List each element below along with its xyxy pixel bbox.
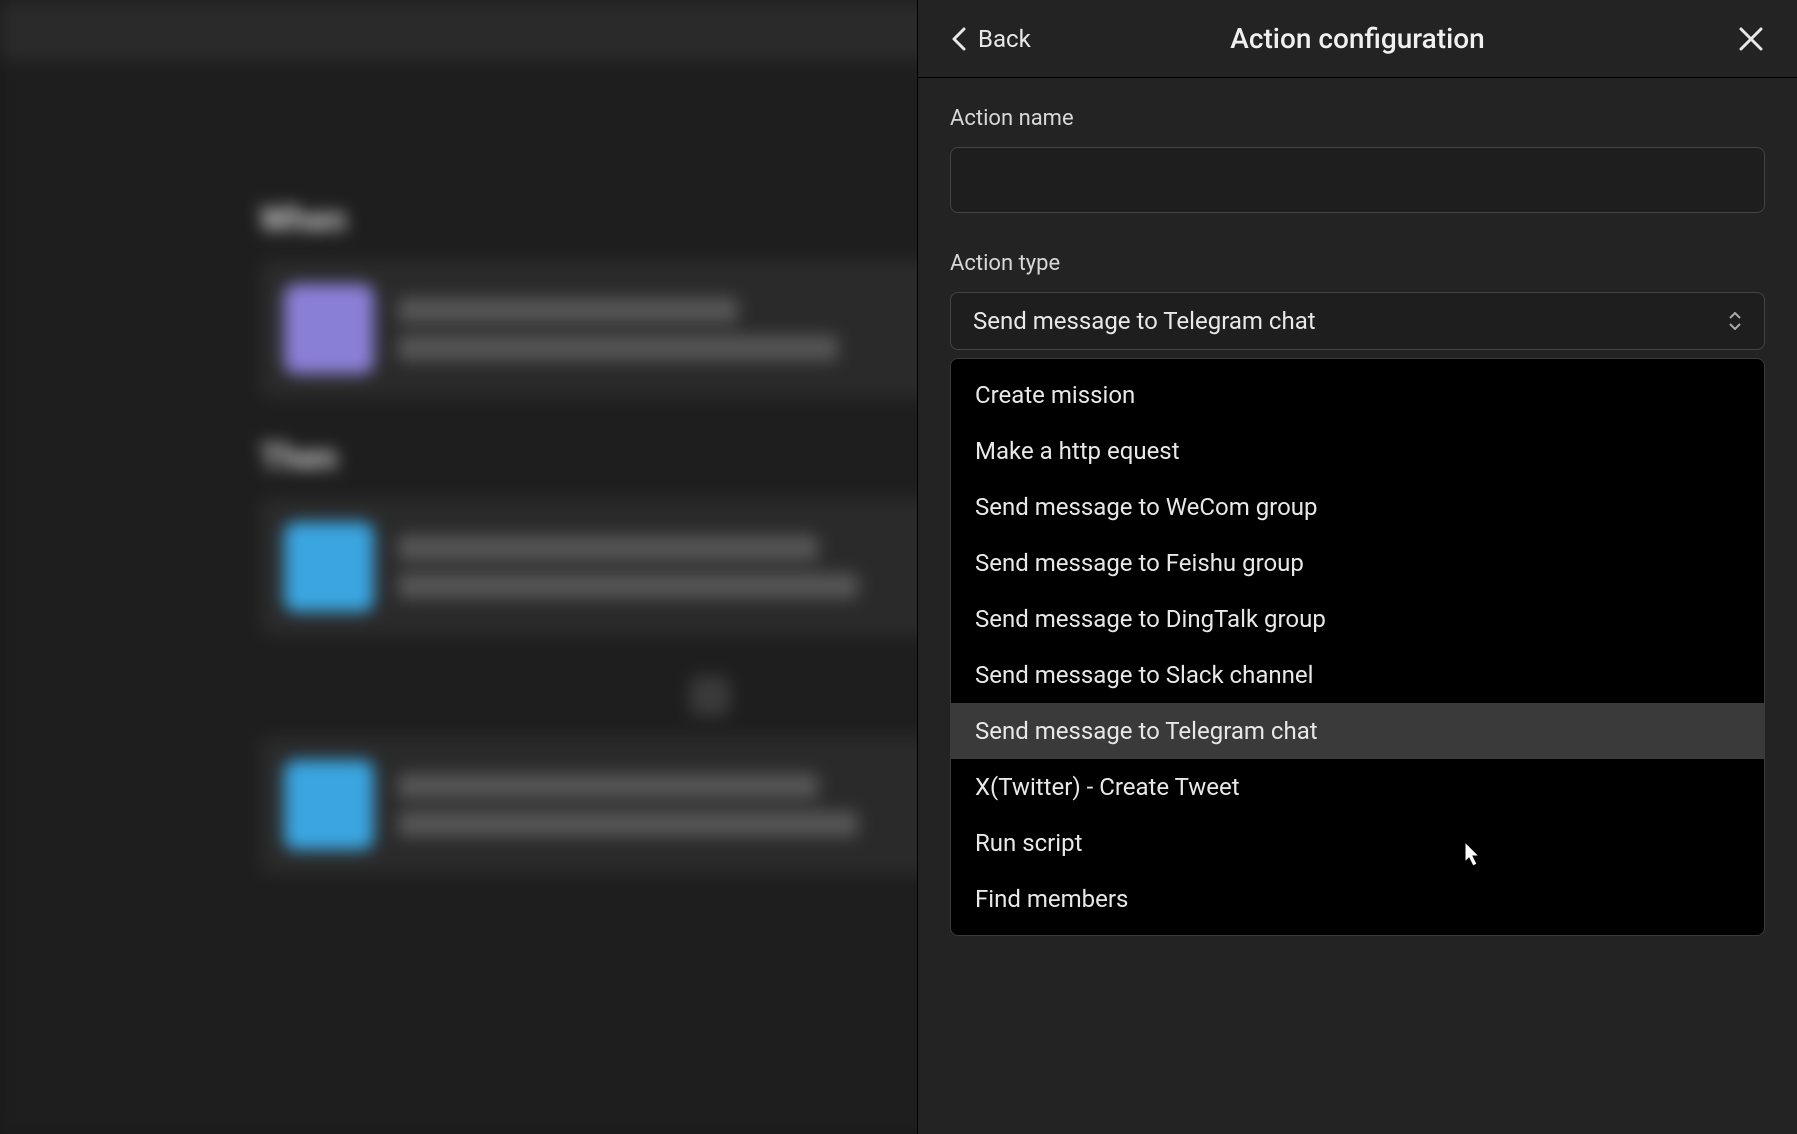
action-type-label: Action type [950, 251, 1765, 276]
placeholder-line [398, 773, 818, 799]
action-type-select[interactable]: Send message to Telegram chat [950, 292, 1765, 350]
dropdown-option[interactable]: Make a http equest [951, 423, 1764, 479]
back-label: Back [978, 25, 1031, 53]
placeholder-line [398, 573, 858, 599]
chevron-left-icon [950, 25, 968, 53]
card-icon [284, 760, 374, 850]
dropdown-option[interactable]: Find members [951, 871, 1764, 927]
panel-header: Back Action configuration [918, 0, 1797, 78]
placeholder-line [398, 297, 738, 323]
placeholder-line [398, 335, 838, 361]
card-icon [284, 284, 374, 374]
card-icon [284, 522, 374, 612]
close-icon [1737, 25, 1765, 53]
select-caret-icon [1728, 312, 1742, 330]
action-type-selected: Send message to Telegram chat [973, 307, 1316, 335]
action-type-dropdown[interactable]: Create missionMake a http equestSend mes… [950, 358, 1765, 936]
placeholder-line [398, 811, 858, 837]
dropdown-option[interactable]: Run script [951, 815, 1764, 871]
panel-body: Action name Action type Send message to … [918, 78, 1797, 1134]
dropdown-option[interactable]: X(Twitter) - Create Tweet [951, 759, 1764, 815]
back-button[interactable]: Back [950, 25, 1031, 53]
close-button[interactable] [1737, 25, 1765, 53]
dropdown-option[interactable]: Send message to Slack channel [951, 647, 1764, 703]
action-name-input[interactable] [950, 147, 1765, 213]
action-config-panel: Back Action configuration Action name Ac… [917, 0, 1797, 1134]
dropdown-option[interactable]: Create mission [951, 367, 1764, 423]
dropdown-option[interactable]: Send message to DingTalk group [951, 591, 1764, 647]
panel-title: Action configuration [1230, 22, 1484, 55]
placeholder-line [398, 535, 818, 561]
action-name-label: Action name [950, 106, 1765, 131]
dropdown-option[interactable]: Send message to Feishu group [951, 535, 1764, 591]
add-step-button [690, 676, 730, 716]
dropdown-option[interactable]: Send message to WeCom group [951, 479, 1764, 535]
dropdown-option[interactable]: Send message to Telegram chat [951, 703, 1764, 759]
